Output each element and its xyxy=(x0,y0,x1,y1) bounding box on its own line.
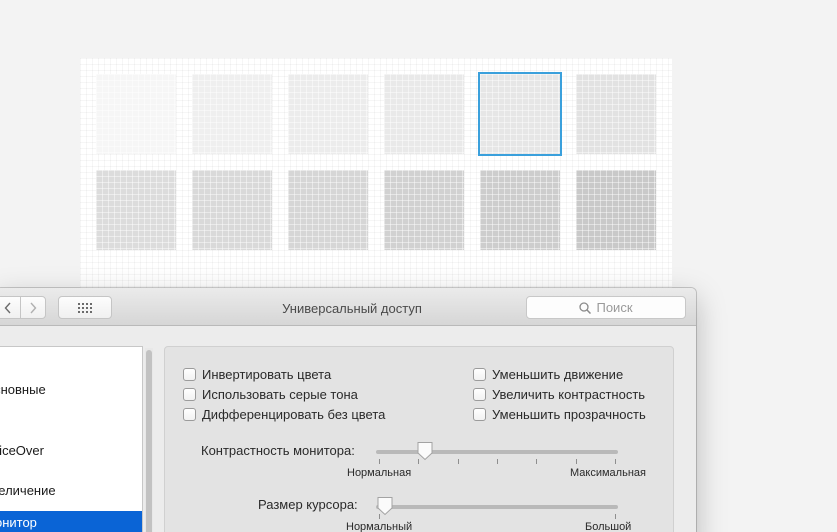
slider-tick xyxy=(615,459,616,464)
slider-tick xyxy=(615,514,616,519)
checkbox-box[interactable] xyxy=(473,368,486,381)
cursor-max-label: Большой xyxy=(585,521,632,532)
sidebar-item-label: VoiceOver xyxy=(0,443,44,458)
slider-tick xyxy=(379,459,380,464)
slider-knob[interactable] xyxy=(376,496,394,516)
contrast-swatch xyxy=(288,170,368,250)
sidebar-item-label: Увеличение xyxy=(0,483,56,498)
checkbox-label: Инвертировать цвета xyxy=(202,367,332,382)
contrast-max-label: Максимальная xyxy=(570,467,646,479)
contrast-swatch xyxy=(96,170,176,250)
slider-track[interactable] xyxy=(376,450,618,454)
search-placeholder: Поиск xyxy=(596,300,633,315)
sidebar-item-label: Основные xyxy=(0,382,46,397)
contrast-swatch xyxy=(384,74,464,154)
checkbox-label: Дифференцировать без цвета xyxy=(202,407,386,422)
window-titlebar: Универсальный доступ Поиск xyxy=(0,288,696,326)
sidebar-scrollbar[interactable] xyxy=(145,348,153,532)
checkbox-label: Использовать серые тона xyxy=(202,387,358,402)
contrast-swatch xyxy=(192,74,272,154)
contrast-swatch xyxy=(288,74,368,154)
grayscale-checkbox[interactable]: Использовать серые тона xyxy=(183,387,358,402)
contrast-swatch xyxy=(480,170,560,250)
slider-tick xyxy=(457,459,459,464)
sidebar-item-display[interactable]: Монитор xyxy=(0,511,142,532)
reduce-motion-checkbox[interactable]: Уменьшить движение xyxy=(473,367,623,382)
contrast-swatch xyxy=(576,74,656,154)
contrast-min-label: Нормальная xyxy=(347,467,412,479)
search-icon xyxy=(579,301,592,314)
slider-knob[interactable] xyxy=(416,441,434,461)
display-settings-panel: Инвертировать цвета Использовать серые т… xyxy=(164,346,674,532)
checkbox-box[interactable] xyxy=(183,368,196,381)
sidebar-item-label: Монитор xyxy=(0,515,37,530)
accessibility-preferences-window: Универсальный доступ Поиск Основные Voic… xyxy=(0,288,696,532)
sidebar-item-zoom[interactable]: Увеличение xyxy=(0,479,142,503)
contrast-swatch xyxy=(96,74,176,154)
search-input[interactable]: Поиск xyxy=(526,296,686,319)
sidebar-item-general[interactable]: Основные xyxy=(0,378,142,402)
slider-tick xyxy=(536,459,538,464)
slider-track[interactable] xyxy=(376,505,618,509)
checkbox-label: Уменьшить движение xyxy=(492,367,624,382)
checkbox-box[interactable] xyxy=(183,408,196,421)
slider-tick xyxy=(497,459,498,464)
contrast-swatch xyxy=(384,170,464,250)
contrast-slider-label: Контрастность монитора: xyxy=(201,443,355,458)
checkbox-box[interactable] xyxy=(473,408,486,421)
contrast-swatch xyxy=(576,170,656,250)
invert-colors-checkbox[interactable]: Инвертировать цвета xyxy=(183,367,331,382)
checkbox-label: Увеличить контрастность xyxy=(492,387,646,402)
slider-tick xyxy=(575,459,577,464)
differentiate-without-color-checkbox[interactable]: Дифференцировать без цвета xyxy=(183,407,385,422)
reduce-transparency-checkbox[interactable]: Уменьшить прозрачность xyxy=(473,407,646,422)
background-grid-panel xyxy=(80,58,672,290)
sidebar-item-voiceover[interactable]: VoiceOver xyxy=(0,439,142,463)
scrollbar-thumb[interactable] xyxy=(146,350,152,532)
sidebar: Основные VoiceOver Увеличение Монитор xyxy=(0,346,143,532)
checkbox-label: Уменьшить прозрачность xyxy=(492,407,646,422)
contrast-swatch xyxy=(478,72,562,156)
cursor-size-slider-label: Размер курсора: xyxy=(258,497,358,512)
checkbox-box[interactable] xyxy=(473,388,486,401)
cursor-min-label: Нормальный xyxy=(346,521,413,532)
increase-contrast-checkbox[interactable]: Увеличить контрастность xyxy=(473,387,645,402)
checkbox-box[interactable] xyxy=(183,388,196,401)
contrast-swatch xyxy=(192,170,272,250)
